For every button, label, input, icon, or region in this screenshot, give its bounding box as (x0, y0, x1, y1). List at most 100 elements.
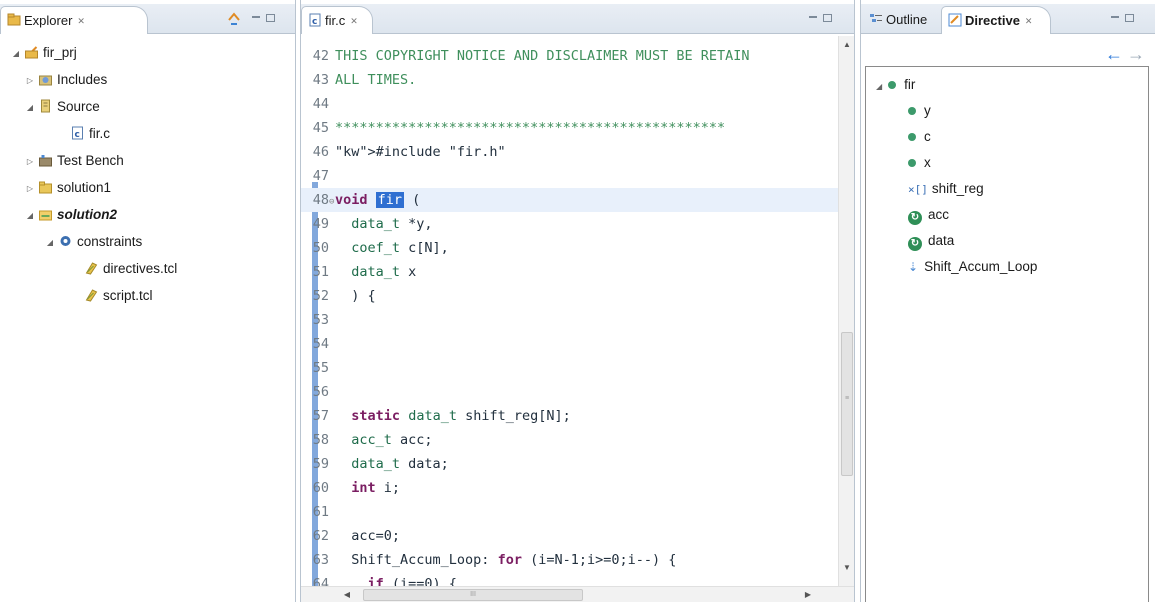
horizontal-scrollbar[interactable]: ◀ III ▶ (301, 586, 854, 602)
tab-fir-c[interactable]: c fir.c ✕ (301, 6, 373, 34)
tree-item-solution2[interactable]: ◢ solution2 (24, 204, 117, 226)
link-with-editor-icon[interactable] (226, 11, 242, 27)
editor-window-controls[interactable] (809, 13, 832, 24)
tab-directive[interactable]: Directive ✕ (941, 6, 1051, 34)
code-line[interactable]: 55 (301, 356, 838, 380)
code-line[interactable]: 51 data_t x (301, 260, 838, 284)
tree-item-test-bench[interactable]: ▷ Test Bench (24, 150, 124, 172)
code-text: data_t *y, (351, 216, 433, 232)
code-line[interactable]: 61 (301, 500, 838, 524)
directive-item-label: y (924, 103, 931, 118)
scroll-right-icon[interactable]: ▶ (800, 587, 816, 602)
line-number: 57 (312, 408, 329, 424)
c-file-icon: c (309, 13, 321, 27)
maximize-icon[interactable] (823, 14, 832, 22)
minimize-icon[interactable] (252, 16, 260, 18)
expand-down-icon[interactable]: ◢ (24, 205, 36, 227)
directive-item-c[interactable]: c (908, 125, 931, 149)
code-line[interactable]: 53 (301, 308, 838, 332)
scroll-down-icon[interactable]: ▼ (839, 563, 855, 572)
right-tab-bar: Outline Directive ✕ (861, 4, 1155, 34)
close-icon[interactable]: ✕ (1025, 16, 1033, 26)
directive-item-acc[interactable]: ↻ acc (908, 203, 949, 227)
expand-down-icon[interactable]: ◢ (44, 232, 56, 254)
expand-right-icon[interactable]: ▷ (24, 178, 36, 200)
tree-item-fir-prj[interactable]: ◢ fir_prj (10, 42, 77, 64)
code-text: static data_t shift_reg[N]; (351, 408, 571, 424)
directive-item-y[interactable]: y (908, 99, 931, 123)
code-line[interactable]: 47 (301, 164, 838, 188)
close-icon[interactable]: ✕ (77, 16, 85, 26)
code-line[interactable]: 46 "kw">#include "fir.h" (301, 140, 838, 164)
directive-item-data[interactable]: ↻ data (908, 229, 954, 253)
tree-item-directives-tcl[interactable]: directives.tcl (70, 258, 177, 280)
code-line[interactable]: 45 **************************************… (301, 116, 838, 140)
directive-tree: ◢ fir y c x ×[] shift_reg ↻ acc ↻ data ⇣ Shift_Accum… (865, 66, 1149, 602)
expand-down-icon[interactable]: ◢ (24, 97, 36, 119)
line-number: 46 (312, 144, 329, 160)
maximize-icon[interactable] (1125, 14, 1134, 22)
code-line[interactable]: 63 Shift_Accum_Loop: for (i=N-1;i>=0;i--… (301, 548, 838, 572)
code-line[interactable]: 56 (301, 380, 838, 404)
explorer-window-controls[interactable] (252, 13, 275, 24)
right-window-controls[interactable] (1111, 13, 1134, 24)
line-number: 47 (312, 168, 329, 184)
tree-item-constraints[interactable]: ◢ constraints (44, 231, 142, 253)
line-number: 61 (312, 504, 329, 520)
expand-down-icon[interactable]: ◢ (10, 43, 22, 65)
line-number: 55 (312, 360, 329, 376)
tree-item-label: constraints (77, 234, 143, 249)
tree-item-source[interactable]: ◢ Source (24, 96, 100, 118)
code-line[interactable]: 58 acc_t acc; (301, 428, 838, 452)
scroll-up-icon[interactable]: ▲ (839, 40, 855, 49)
selected-identifier[interactable]: fir (375, 192, 405, 208)
minimize-icon[interactable] (809, 16, 817, 18)
tree-item-solution1[interactable]: ▷ solution1 (24, 177, 111, 199)
code-line[interactable]: 60 int i; (301, 476, 838, 500)
line-number: 50 (312, 240, 329, 256)
maximize-icon[interactable] (266, 14, 275, 22)
forward-arrow-icon[interactable]: → (1127, 44, 1149, 64)
code-line[interactable]: 48⊖void fir ( (301, 188, 838, 212)
tree-item-fir-c[interactable]: c fir.c (56, 123, 110, 145)
code-line[interactable]: 62 acc=0; (301, 524, 838, 548)
code-text: data_t data; (351, 456, 449, 472)
scroll-left-icon[interactable]: ◀ (339, 587, 355, 602)
code-text: data_t x (351, 264, 417, 280)
code-line[interactable]: 50 coef_t c[N], (301, 236, 838, 260)
minimize-icon[interactable] (1111, 16, 1119, 18)
close-icon[interactable]: ✕ (350, 16, 358, 26)
tab-outline[interactable]: Outline (863, 6, 941, 34)
vertical-scrollbar[interactable]: ▲ ≡ ▼ (838, 36, 854, 586)
horizontal-scroll-thumb[interactable]: III (363, 589, 583, 601)
code-line[interactable]: 54 (301, 332, 838, 356)
tree-item-script-tcl[interactable]: script.tcl (70, 285, 153, 307)
port-icon (908, 107, 916, 115)
directive-item-shift-reg[interactable]: ×[] shift_reg (908, 177, 984, 201)
vertical-scroll-thumb[interactable]: ≡ (841, 332, 853, 476)
expand-right-icon[interactable]: ▷ (24, 70, 36, 92)
line-number: 63 (312, 552, 329, 568)
code-text: ****************************************… (335, 120, 726, 136)
code-line[interactable]: 43 ALL TIMES. (301, 68, 838, 92)
directive-item-fir[interactable]: ◢ fir (876, 73, 915, 97)
tab-explorer[interactable]: Explorer ✕ (0, 6, 148, 34)
code-line[interactable]: 42 THIS COPYRIGHT NOTICE AND DISCLAIMER M… (301, 44, 838, 68)
variable-icon: ↻ (908, 211, 922, 225)
back-arrow-icon[interactable]: ← (1105, 44, 1127, 64)
code-line[interactable]: 52 ) { (301, 284, 838, 308)
tree-item-label: fir.c (89, 126, 111, 141)
code-area[interactable]: 42 THIS COPYRIGHT NOTICE AND DISCLAIMER M… (301, 42, 854, 602)
expand-down-icon[interactable]: ◢ (876, 82, 882, 91)
directive-item-x[interactable]: x (908, 151, 931, 175)
line-number: 56 (312, 384, 329, 400)
tree-item-includes[interactable]: ▷ Includes (24, 69, 107, 91)
code-line[interactable]: 59 data_t data; (301, 452, 838, 476)
directive-item-shift-accum-loop[interactable]: ⇣ Shift_Accum_Loop (908, 255, 1037, 279)
code-line[interactable]: 57 static data_t shift_reg[N]; (301, 404, 838, 428)
editor-panel: c fir.c ✕ 42 THIS COPYRIGHT NOTICE AND DIS… (300, 0, 855, 602)
code-line[interactable]: 49 data_t *y, (301, 212, 838, 236)
code-text: void fir ( (335, 192, 421, 208)
code-line[interactable]: 44 (301, 92, 838, 116)
expand-right-icon[interactable]: ▷ (24, 151, 36, 173)
